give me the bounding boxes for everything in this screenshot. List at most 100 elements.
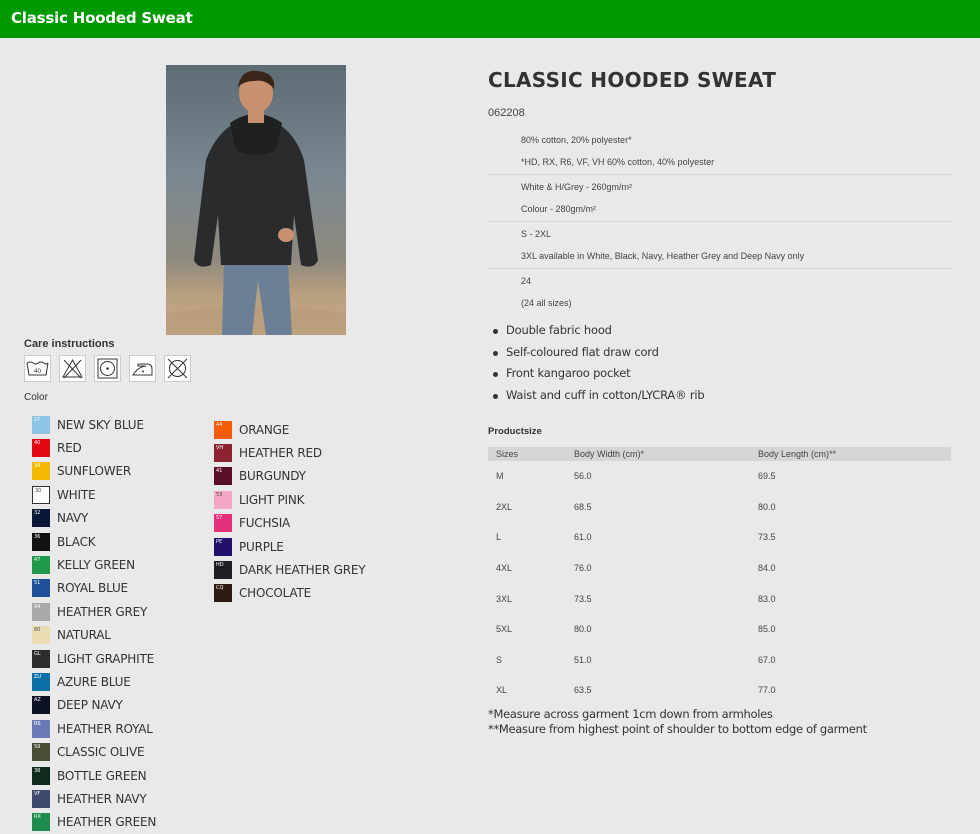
width-cell: 56.0	[574, 471, 592, 482]
length-cell: 83.0	[758, 593, 776, 604]
color-swatch[interactable]: ZU AZURE BLUE	[32, 670, 156, 693]
color-swatch[interactable]: 36 BLACK	[32, 530, 156, 553]
color-swatch[interactable]: 1T NEW SKY BLUE	[32, 413, 156, 436]
product-title: CLASSIC HOODED SWEAT	[488, 68, 777, 92]
swatch-name: LIGHT GRAPHITE	[57, 651, 154, 666]
color-swatch[interactable]: 59 CLASSIC OLIVE	[32, 740, 156, 763]
length-cell: 67.0	[758, 654, 776, 665]
note-length: **Measure from highest point of shoulder…	[488, 722, 867, 736]
feature-list: Double fabric hood Self-coloured flat dr…	[490, 320, 705, 406]
swatch-chip: 60	[32, 626, 50, 645]
color-title: Color	[24, 392, 48, 403]
table-row: 5XL 80.0 85.0	[488, 614, 951, 645]
swatch-name: HEATHER NAVY	[57, 791, 147, 806]
swatch-name: DARK HEATHER GREY	[239, 563, 366, 578]
swatch-chip: R6	[32, 719, 50, 738]
color-swatch[interactable]: 44 ORANGE	[214, 418, 365, 441]
spec-pack: 24 (24 all sizes)	[488, 269, 951, 315]
wash-temperature: 40	[34, 368, 42, 375]
swatch-chip: GL	[32, 649, 50, 668]
swatch-chip: 40	[32, 439, 50, 458]
length-cell: 77.0	[758, 685, 776, 696]
table-row: 3XL 73.5 83.0	[488, 583, 951, 614]
swatch-code: 94	[34, 603, 41, 610]
swatch-code: 57	[216, 515, 223, 522]
swatch-chip: PE	[214, 537, 232, 556]
swatch-chip: 34	[32, 462, 50, 481]
swatch-code: 1T	[34, 416, 41, 423]
table-row: S 51.0 67.0	[488, 645, 951, 676]
spec-line: 24	[521, 276, 532, 286]
swatch-code: PE	[216, 538, 223, 545]
color-swatch[interactable]: CQ CHOCOLATE	[214, 582, 365, 605]
color-swatch[interactable]: 60 NATURAL	[32, 624, 156, 647]
swatch-chip: 36	[32, 532, 50, 551]
color-swatch[interactable]: AZ DEEP NAVY	[32, 694, 156, 717]
table-row: L 61.0 73.5	[488, 522, 951, 553]
note-width: *Measure across garment 1cm down from ar…	[488, 707, 773, 721]
color-swatch[interactable]: 40 RED	[32, 436, 156, 459]
color-swatch[interactable]: 41 BURGUNDY	[214, 465, 365, 488]
feature-item: Double fabric hood	[490, 320, 704, 342]
color-swatch[interactable]: PE PURPLE	[214, 535, 365, 558]
swatch-name: AZURE BLUE	[57, 674, 131, 689]
color-swatch[interactable]: 47 KELLY GREEN	[32, 553, 156, 576]
swatch-name: RED	[57, 441, 82, 456]
swatch-code: R6	[34, 720, 41, 727]
header-body-width: Body Width (cm)*	[566, 447, 750, 461]
width-cell: 68.5	[574, 501, 592, 512]
width-cell: 61.0	[574, 532, 592, 543]
productsize-table: Sizes Body Width (cm)* Body Length (cm)*…	[488, 447, 951, 706]
swatch-chip: 57	[214, 514, 232, 533]
color-swatch[interactable]: 34 SUNFLOWER	[32, 460, 156, 483]
spec-weight: White & H/Grey - 260gm/m² Colour - 280gm…	[488, 175, 951, 222]
color-swatch[interactable]: 32 NAVY	[32, 507, 156, 530]
swatch-name: CHOCOLATE	[239, 586, 312, 601]
color-swatch[interactable]: 94 HEATHER GREY	[32, 600, 156, 623]
length-cell: 80.0	[758, 501, 776, 512]
color-swatch[interactable]: RX HEATHER GREEN	[32, 811, 156, 834]
swatch-chip: 1T	[32, 415, 50, 434]
swatch-chip: AZ	[32, 696, 50, 715]
color-swatch[interactable]: 53 LIGHT PINK	[214, 488, 365, 511]
color-swatch[interactable]: R6 HEATHER ROYAL	[32, 717, 156, 740]
swatch-name: FUCHSIA	[239, 516, 291, 531]
color-swatch[interactable]: VF HEATHER NAVY	[32, 787, 156, 810]
swatch-code: 60	[34, 627, 41, 634]
color-swatch[interactable]: HD DARK HEATHER GREY	[214, 558, 366, 581]
swatch-name: NEW SKY BLUE	[57, 417, 144, 432]
width-cell: 76.0	[574, 563, 592, 574]
spec-line: 80% cotton, 20% polyester*	[521, 135, 632, 145]
color-swatch[interactable]: 38 BOTTLE GREEN	[32, 764, 156, 787]
color-swatch[interactable]: GL LIGHT GRAPHITE	[32, 647, 156, 670]
swatch-name: HEATHER GREEN	[57, 815, 157, 830]
swatch-name: PURPLE	[239, 539, 284, 554]
iron-low-icon	[129, 355, 156, 382]
feature-item: Front kangaroo pocket	[490, 363, 704, 385]
swatch-chip: VF	[32, 789, 50, 808]
width-cell: 51.0	[574, 654, 592, 665]
color-list-column-2: 44 ORANGE VH HEATHER RED 41 BURGUNDY 53 LIGH…	[214, 418, 366, 605]
swatch-chip: 44	[214, 420, 232, 439]
table-row: 2XL 68.5 80.0	[488, 492, 951, 523]
swatch-code: CQ	[216, 585, 224, 592]
header-body-length: Body Length (cm)**	[750, 447, 951, 461]
swatch-name: BLACK	[57, 534, 96, 549]
color-swatch[interactable]: 30 WHITE	[32, 483, 156, 506]
swatch-code: AZ	[34, 697, 41, 704]
spec-composition: 80% cotton, 20% polyester* *HD, RX, R6, …	[488, 128, 951, 175]
color-swatch[interactable]: 57 FUCHSIA	[214, 512, 365, 535]
swatch-chip: CQ	[214, 584, 232, 603]
swatch-chip: ZU	[32, 672, 50, 691]
productsize-title: Productsize	[488, 426, 542, 437]
swatch-code: 44	[216, 421, 223, 428]
swatch-code: 53	[216, 491, 223, 498]
color-swatch[interactable]: 51 ROYAL BLUE	[32, 577, 156, 600]
spec-line: Colour - 280gm/m²	[521, 204, 597, 214]
size-cell: XL	[496, 685, 508, 696]
color-swatch[interactable]: VH HEATHER RED	[214, 441, 365, 464]
swatch-code: GL	[34, 650, 41, 657]
width-cell: 73.5	[574, 593, 592, 604]
tumble-dry-low-icon	[94, 355, 121, 382]
swatch-name: NAVY	[57, 511, 89, 526]
